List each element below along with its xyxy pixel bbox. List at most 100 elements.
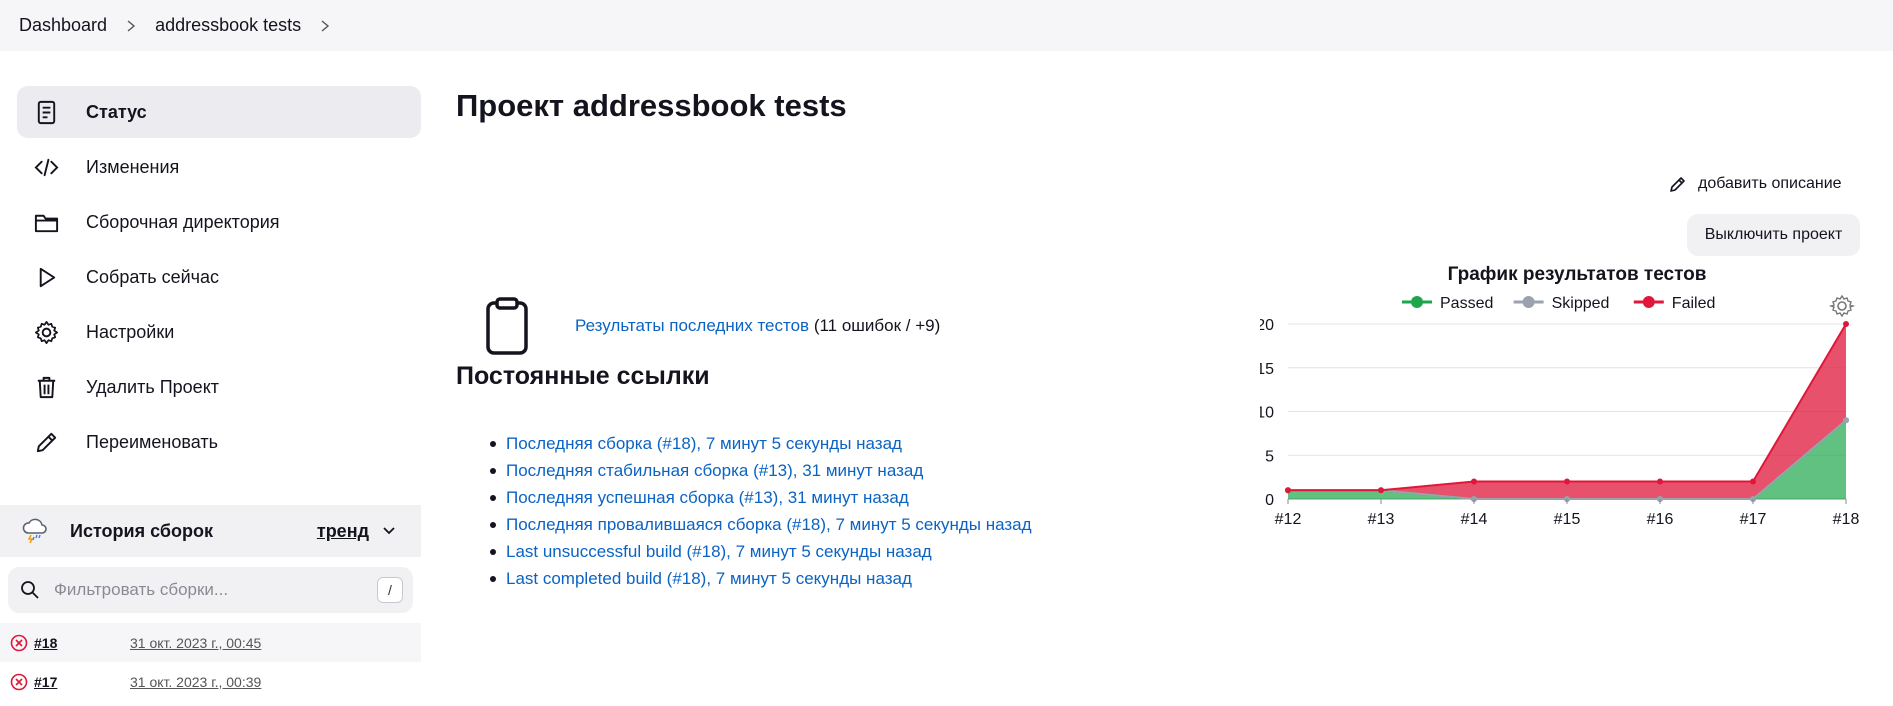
permalinks-list: Последняя сборка (#18), 7 минут 5 секунд… (490, 430, 1032, 592)
search-icon (20, 580, 40, 600)
build-filter: / (8, 567, 413, 613)
sidebar-item-settings[interactable]: Настройки (17, 306, 421, 358)
test-results-summary: (11 ошибок / +9) (813, 316, 941, 335)
permalinks-title: Постоянные ссылки (456, 362, 710, 390)
legend-label: Passed (1440, 295, 1493, 312)
chart-settings-icon (1828, 294, 1856, 318)
breadcrumb-project[interactable]: addressbook tests (155, 15, 301, 36)
x-tick-label: #13 (1368, 511, 1395, 528)
failed-point (1564, 478, 1570, 485)
failed-point (1378, 487, 1384, 494)
folder-icon (31, 207, 61, 237)
chevron-down-icon[interactable] (381, 523, 397, 539)
build-filter-wrap: / (0, 557, 421, 623)
page-title: Проект addressbook tests (456, 88, 847, 123)
sidebar-item-label: Изменения (86, 156, 180, 177)
failed-icon (10, 634, 28, 652)
permalink-item: Last completed build (#18), 7 минут 5 се… (490, 565, 1032, 592)
legend-label: Failed (1672, 295, 1716, 312)
failed-point (1843, 321, 1849, 327)
sidebar: Статус Изменения Сборочная директория Со… (0, 51, 421, 706)
build-number-link[interactable]: #17 (34, 674, 130, 690)
failed-point (1471, 478, 1477, 485)
failed-point (1285, 487, 1291, 494)
sidebar-item-status[interactable]: Статус (17, 86, 421, 138)
sidebar-item-label: Сборочная директория (86, 211, 280, 232)
build-filter-input[interactable] (54, 580, 377, 600)
skipped-point (1843, 417, 1849, 424)
build-row[interactable]: #17 31 окт. 2023 г., 00:39 (0, 662, 421, 701)
permalink-item: Последняя стабильная сборка (#13), 31 ми… (490, 457, 1032, 484)
breadcrumb: Dashboard addressbook tests (0, 0, 1893, 51)
breadcrumb-dashboard[interactable]: Dashboard (19, 15, 107, 36)
test-results-text: Результаты последних тестов (11 ошибок /… (575, 316, 940, 336)
sidebar-item-label: Настройки (86, 321, 175, 342)
test-results-chart-svg: График результатов тестов Passed Skipped Fa… (1256, 264, 1860, 528)
y-tick-label: 10 (1260, 405, 1274, 422)
test-results-chart: График результатов тестов Passed Skipped Fa… (1256, 258, 1860, 538)
sidebar-item-rename[interactable]: Переименовать (17, 416, 421, 468)
add-description-label: добавить описание (1698, 175, 1842, 192)
chevron-right-icon[interactable] (124, 19, 138, 33)
clipboard-icon (482, 297, 532, 355)
x-tick-label: #15 (1554, 511, 1581, 528)
trend-link[interactable]: тренд (317, 521, 369, 542)
legend-marker (1642, 296, 1655, 308)
test-results-link[interactable]: Результаты последних тестов (575, 316, 809, 335)
status-icon (31, 97, 61, 127)
sidebar-nav: Статус Изменения Сборочная директория Со… (17, 86, 421, 471)
y-tick-label: 5 (1265, 448, 1274, 465)
failed-icon (10, 673, 28, 691)
build-history-header: История сборок тренд (0, 505, 421, 557)
permalink-item: Last unsuccessful build (#18), 7 минут 5… (490, 538, 1032, 565)
legend-marker (1411, 296, 1423, 308)
sidebar-item-delete-project[interactable]: Удалить Проект (17, 361, 421, 413)
build-time-link[interactable]: 31 окт. 2023 г., 00:45 (130, 635, 261, 651)
play-icon (31, 262, 61, 292)
pencil-icon (1668, 174, 1688, 194)
disable-project-button[interactable]: Выключить проект (1687, 214, 1860, 256)
sidebar-item-changes[interactable]: Изменения (17, 141, 421, 193)
sidebar-item-label: Статус (86, 101, 147, 122)
gear-icon (31, 317, 61, 347)
weather-storm-icon (20, 516, 50, 546)
sidebar-item-label: Собрать сейчас (86, 266, 220, 287)
permalink-item: Последняя сборка (#18), 7 минут 5 секунд… (490, 430, 1032, 457)
build-number-link[interactable]: #18 (34, 635, 130, 651)
build-time-link[interactable]: 31 окт. 2023 г., 00:39 (130, 674, 261, 690)
sidebar-item-workspace[interactable]: Сборочная директория (17, 196, 421, 248)
legend-marker (1522, 296, 1535, 308)
keyboard-shortcut: / (377, 577, 403, 603)
x-tick-label: #17 (1740, 511, 1767, 528)
permalink-item: Последняя провалившаяся сборка (#18), 7 … (490, 511, 1032, 538)
permalink-last-completed[interactable]: Last completed build (#18), 7 минут 5 се… (506, 569, 912, 589)
permalink-last-stable[interactable]: Последняя стабильная сборка (#13), 31 ми… (506, 461, 923, 481)
permalink-last-build[interactable]: Последняя сборка (#18), 7 минут 5 секунд… (506, 434, 902, 454)
chevron-right-icon[interactable] (318, 19, 332, 33)
sidebar-item-label: Удалить Проект (86, 376, 220, 397)
permalink-last-failed[interactable]: Последняя провалившаяся сборка (#18), 7 … (506, 515, 1032, 535)
permalink-item: Последняя успешная сборка (#13), 31 мину… (490, 484, 1032, 511)
sidebar-item-label: Переименовать (86, 431, 218, 452)
x-tick-label: #16 (1647, 511, 1674, 528)
y-tick-label: 20 (1260, 317, 1274, 334)
build-row[interactable]: #18 31 окт. 2023 г., 00:45 (0, 623, 421, 662)
chart-title: График результатов тестов (1448, 264, 1707, 285)
y-tick-label: 15 (1260, 361, 1274, 378)
permalink-last-successful[interactable]: Последняя успешная сборка (#13), 31 мину… (506, 488, 909, 508)
permalink-last-unsuccessful[interactable]: Last unsuccessful build (#18), 7 минут 5… (506, 542, 932, 562)
failed-point (1750, 478, 1756, 485)
x-tick-label: #18 (1833, 511, 1860, 528)
build-history: История сборок тренд / #18 31 окт. 2023 … (0, 505, 421, 701)
y-tick-label: 0 (1265, 492, 1274, 509)
failed-line (1288, 323, 1847, 492)
code-icon (31, 152, 61, 182)
pencil-icon (31, 427, 61, 457)
sidebar-item-build-now[interactable]: Собрать сейчас (17, 251, 421, 303)
failed-point (1657, 478, 1663, 485)
legend-label: Skipped (1552, 295, 1610, 312)
add-description-link[interactable]: добавить описание (1668, 170, 1842, 198)
trash-icon (31, 372, 61, 402)
build-history-title: История сборок (70, 520, 213, 541)
test-results: Результаты последних тестов (11 ошибок /… (482, 297, 940, 355)
